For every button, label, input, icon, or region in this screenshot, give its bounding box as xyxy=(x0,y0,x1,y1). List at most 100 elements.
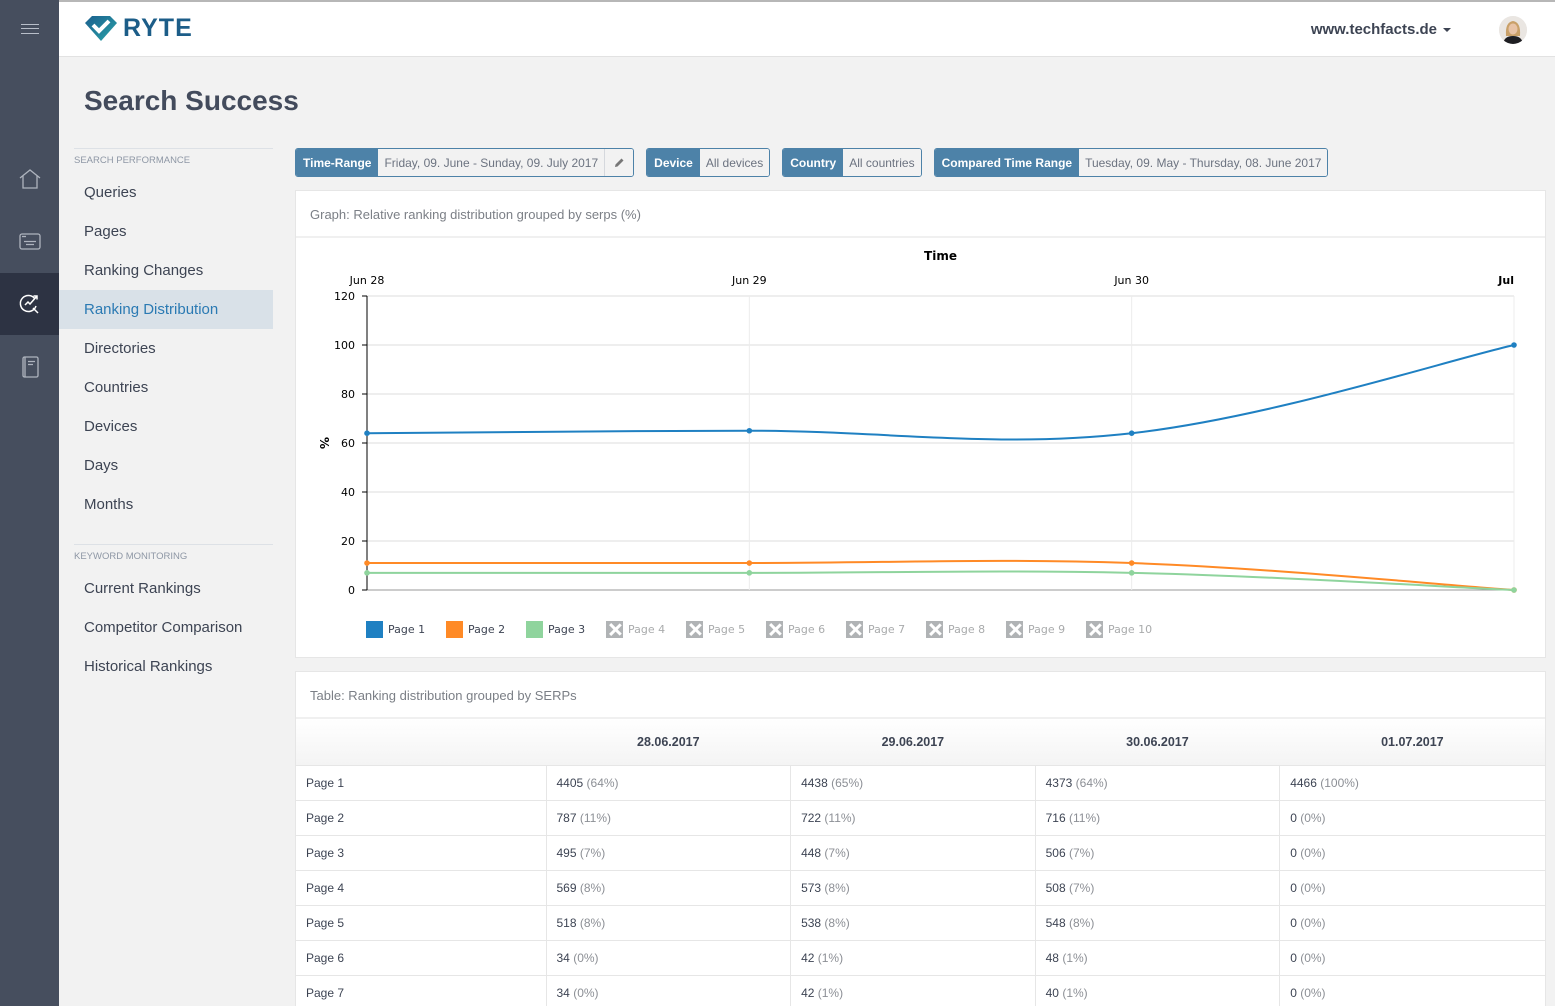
user-photo-icon xyxy=(1499,16,1527,44)
legend-item-page-6[interactable]: Page 6 xyxy=(766,621,846,638)
y-tick-label: 40 xyxy=(341,486,355,499)
legend-item-page-3[interactable]: Page 3 xyxy=(526,621,606,638)
ryte-logo[interactable]: RYTE xyxy=(83,14,193,43)
cell-percent: (7%) xyxy=(1065,845,1095,860)
cell-percent: (0%) xyxy=(1296,985,1326,1000)
cell-percent: (8%) xyxy=(576,880,606,895)
data-point[interactable] xyxy=(1128,570,1135,576)
cell-count: 0 xyxy=(1290,915,1297,930)
data-point[interactable] xyxy=(746,570,753,576)
legend-swatch xyxy=(446,621,463,638)
rail-notebook-button[interactable] xyxy=(0,336,59,398)
subnav-item-days[interactable]: Days xyxy=(59,446,273,485)
country-label: Country xyxy=(783,149,844,176)
subnav-item-current-rankings[interactable]: Current Rankings xyxy=(59,569,273,608)
subnav-item-months[interactable]: Months xyxy=(59,485,273,524)
subnav-item-directories[interactable]: Directories xyxy=(59,329,273,368)
cell-count: 34 xyxy=(556,950,570,965)
graph-card: Graph: Relative ranking distribution gro… xyxy=(295,190,1546,658)
legend-item-page-2[interactable]: Page 2 xyxy=(446,621,526,638)
legend-swatch xyxy=(366,621,383,638)
data-point[interactable] xyxy=(746,560,753,566)
legend-label: Page 10 xyxy=(1108,623,1153,636)
legend-label: Page 3 xyxy=(548,623,586,636)
series-line-page-3[interactable] xyxy=(367,570,1515,591)
hidden-series-x-icon xyxy=(926,621,943,638)
cell-percent: (8%) xyxy=(821,915,850,930)
site-selector[interactable]: www.techfacts.de xyxy=(1311,21,1451,38)
rail-home-button[interactable] xyxy=(0,148,59,210)
subnav-item-queries[interactable]: Queries xyxy=(59,173,273,212)
table-card: Table: Ranking distribution grouped by S… xyxy=(295,671,1546,1006)
device-filter[interactable]: Device All devices xyxy=(646,148,771,177)
table-row: Page 7 34 (0%) 42 (1%) 40 (1%) 0 (0%) xyxy=(296,975,1545,1006)
series-line-page-2[interactable] xyxy=(367,559,1515,591)
table-cell: 48 (1%) xyxy=(1035,940,1281,976)
x-tick-label: Jun 30 xyxy=(1113,274,1149,287)
subnav-item-ranking-changes[interactable]: Ranking Changes xyxy=(59,251,273,290)
legend-item-page-10[interactable]: Page 10 xyxy=(1086,621,1166,638)
table-cell: 0 (0%) xyxy=(1279,940,1545,976)
data-point[interactable] xyxy=(364,430,370,436)
table-cell: 40 (1%) xyxy=(1035,975,1281,1006)
cell-percent: (7%) xyxy=(821,845,850,860)
rail-browser-button[interactable] xyxy=(0,210,59,272)
legend-item-page-5[interactable]: Page 5 xyxy=(686,621,766,638)
legend-label: Page 1 xyxy=(388,623,426,636)
device-value: All devices xyxy=(699,149,770,176)
country-value: All countries xyxy=(843,149,921,176)
table-cell: 0 (0%) xyxy=(1279,905,1545,941)
data-point[interactable] xyxy=(1511,342,1517,348)
subnav-item-competitor-comparison[interactable]: Competitor Comparison xyxy=(59,608,273,647)
table-cell: 34 (0%) xyxy=(546,975,792,1006)
user-avatar[interactable] xyxy=(1499,16,1527,44)
subnav-item-pages[interactable]: Pages xyxy=(59,212,273,251)
cell-percent: (1%) xyxy=(814,985,844,1000)
table-cell: 42 (1%) xyxy=(790,940,1036,976)
cell-count: 4373 xyxy=(1045,775,1073,790)
legend-item-page-7[interactable]: Page 7 xyxy=(846,621,926,638)
subnav-item-ranking-distribution[interactable]: Ranking Distribution xyxy=(59,290,273,329)
cell-percent: (0%) xyxy=(1296,880,1326,895)
cell-percent: (8%) xyxy=(1065,915,1095,930)
table-cell: 4373 (64%) xyxy=(1035,765,1281,801)
legend-item-page-1[interactable]: Page 1 xyxy=(366,621,446,638)
legend-label: Page 2 xyxy=(468,623,506,636)
device-label: Device xyxy=(647,149,700,176)
table-cell: 42 (1%) xyxy=(790,975,1036,1006)
data-point[interactable] xyxy=(364,560,370,566)
edit-time-range-button[interactable] xyxy=(604,149,634,176)
x-axis-title: Time xyxy=(924,249,957,263)
table-card-title: Table: Ranking distribution grouped by S… xyxy=(296,672,1545,719)
data-point[interactable] xyxy=(746,427,753,434)
series-line-page-1[interactable] xyxy=(366,344,1515,441)
cell-percent: (11%) xyxy=(821,810,856,825)
legend-item-page-8[interactable]: Page 8 xyxy=(926,621,1006,638)
time-range-filter[interactable]: Time-Range Friday, 09. June - Sunday, 09… xyxy=(295,148,635,177)
x-tick-label: Jul xyxy=(1497,274,1514,287)
time-range-value: Friday, 09. June - Sunday, 09. July 2017 xyxy=(378,149,605,176)
row-label: Page 7 xyxy=(296,975,547,1006)
legend-item-page-9[interactable]: Page 9 xyxy=(1006,621,1086,638)
icon-rail xyxy=(0,0,59,1006)
subnav-item-countries[interactable]: Countries xyxy=(59,368,273,407)
data-point[interactable] xyxy=(1128,560,1135,566)
table-cell: 0 (0%) xyxy=(1279,835,1545,871)
rail-search-success-button[interactable] xyxy=(0,273,59,335)
subnav-item-devices[interactable]: Devices xyxy=(59,407,273,446)
menu-toggle-button[interactable] xyxy=(0,0,59,57)
home-icon xyxy=(19,169,40,189)
data-point[interactable] xyxy=(364,570,370,576)
row-label: Page 5 xyxy=(296,905,547,941)
data-point[interactable] xyxy=(1128,430,1135,436)
legend-item-page-4[interactable]: Page 4 xyxy=(606,621,686,638)
compared-time-range-filter[interactable]: Compared Time Range Tuesday, 09. May - T… xyxy=(933,148,1329,177)
table-cell: 548 (8%) xyxy=(1035,905,1281,941)
subnav-item-historical-rankings[interactable]: Historical Rankings xyxy=(59,647,273,686)
legend-label: Page 6 xyxy=(788,623,826,636)
table-header-row: 28.06.2017 29.06.2017 30.06.2017 01.07.2017 xyxy=(296,719,1545,766)
legend-label: Page 8 xyxy=(948,623,986,636)
cell-count: 48 xyxy=(1045,950,1059,965)
country-filter[interactable]: Country All countries xyxy=(782,148,922,177)
data-point[interactable] xyxy=(1511,587,1517,593)
